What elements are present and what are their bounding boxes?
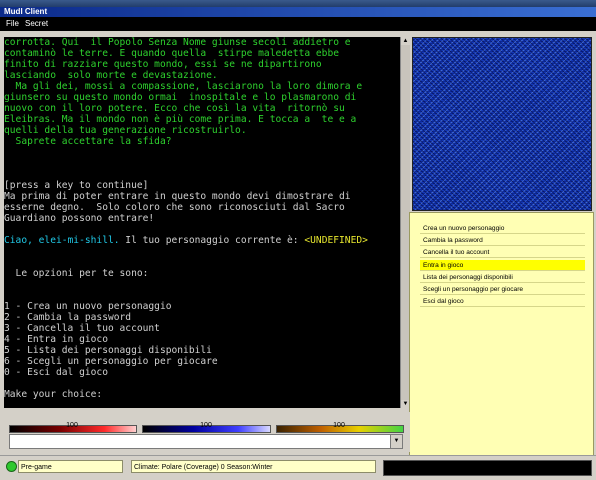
top-window-strip	[0, 0, 596, 7]
scroll-up-icon[interactable]: ▲	[401, 37, 410, 45]
console-line: contaminò le terre. E quando quella stir…	[4, 48, 340, 59]
console-line: 6 - Scegli un personaggio per giocare	[4, 356, 218, 367]
console-line: quelli della tua generazione ricostruirl…	[4, 125, 247, 136]
greeting-name: Ciao, elei-mi-shill.	[4, 235, 120, 246]
console-line: Ma prima di poter entrare in questo mond…	[4, 191, 351, 202]
movement-bar-value: 100	[333, 422, 345, 429]
console-line: Saprete accettare la sfida?	[4, 136, 172, 147]
status-bar: Pre-game Climate: Polare (Coverage) 0 Se…	[0, 455, 596, 480]
option-item[interactable]: Scegli un personaggio per giocare	[420, 284, 585, 295]
current-character: <UNDEFINED>	[304, 235, 368, 246]
console-line: nuovo con il loro potere. Ecco che così …	[4, 103, 345, 114]
map-view	[412, 37, 592, 211]
console-line: esserne degno. Solo coloro che sono rico…	[4, 202, 345, 213]
water-texture	[413, 38, 591, 210]
game-output-console[interactable]: corrotta. Qui il Popolo Senza Nome giuns…	[4, 37, 401, 408]
console-line: 4 - Entra in gioco	[4, 334, 108, 345]
console-text: corrotta. Qui il Popolo Senza Nome giuns…	[4, 37, 401, 400]
console-line: lasciando solo morte e devastazione.	[4, 70, 218, 81]
console-line: Le opzioni per te sono:	[4, 268, 149, 279]
mana-bar-value: 100	[200, 422, 212, 429]
option-item[interactable]: Entra in gioco	[420, 259, 585, 271]
console-line: finito di razziare questo mondo, essi se…	[4, 59, 322, 70]
console-line: 5 - Lista dei personaggi disponibili	[4, 345, 212, 356]
option-item[interactable]: Lista dei personaggi disponibili	[420, 272, 585, 283]
greeting-text: Il tuo personaggio corrente è:	[119, 235, 305, 246]
window-title: Mudl Client	[4, 7, 48, 16]
console-line: 2 - Cambia la password	[4, 312, 132, 323]
menu-secret[interactable]: Secret	[25, 17, 48, 31]
console-line: Guardiano possono entrare!	[4, 213, 155, 224]
console-line: corrotta. Qui il Popolo Senza Nome giuns…	[4, 37, 351, 48]
health-bar-value: 100	[66, 422, 78, 429]
console-line: 3 - Cancella il tuo account	[4, 323, 160, 334]
option-item[interactable]: Cancella il tuo account	[420, 247, 585, 259]
connection-status-icon	[6, 461, 17, 472]
console-line: Ma gli dei, mossi a compassione, lasciar…	[4, 81, 363, 92]
console-greeting-line: Ciao, elei-mi-shill. Il tuo personaggio …	[4, 235, 401, 246]
console-line: 1 - Crea un nuovo personaggio	[4, 301, 172, 312]
console-line: Eleibras. Ma il mondo non è più come pri…	[4, 114, 357, 125]
menu-bar: File Secret	[0, 17, 596, 31]
options-panel: Crea un nuovo personaggio Cambia la passw…	[409, 212, 594, 456]
console-line: 0 - Esci dal gioco	[4, 367, 108, 378]
menu-file[interactable]: File	[6, 17, 19, 31]
console-line: [press a key to continue]	[4, 180, 149, 191]
option-item[interactable]: Crea un nuovo personaggio	[420, 223, 585, 234]
status-extra-panel	[383, 460, 592, 476]
title-bar: Mudl Client	[0, 7, 596, 17]
console-line: giunsero su questo mondo ormai inospital…	[4, 92, 357, 103]
option-item[interactable]: Esci dal gioco	[420, 296, 585, 308]
option-item[interactable]: Cambia la password	[420, 235, 585, 247]
command-history-dropdown-icon[interactable]: ▼	[390, 434, 403, 449]
console-line: Make your choice:	[4, 389, 103, 400]
command-input[interactable]	[9, 434, 401, 449]
climate-status-text: Climate: Polare (Coverage) 0 Season:Wint…	[131, 460, 376, 473]
connection-status-text: Pre-game	[18, 460, 123, 473]
